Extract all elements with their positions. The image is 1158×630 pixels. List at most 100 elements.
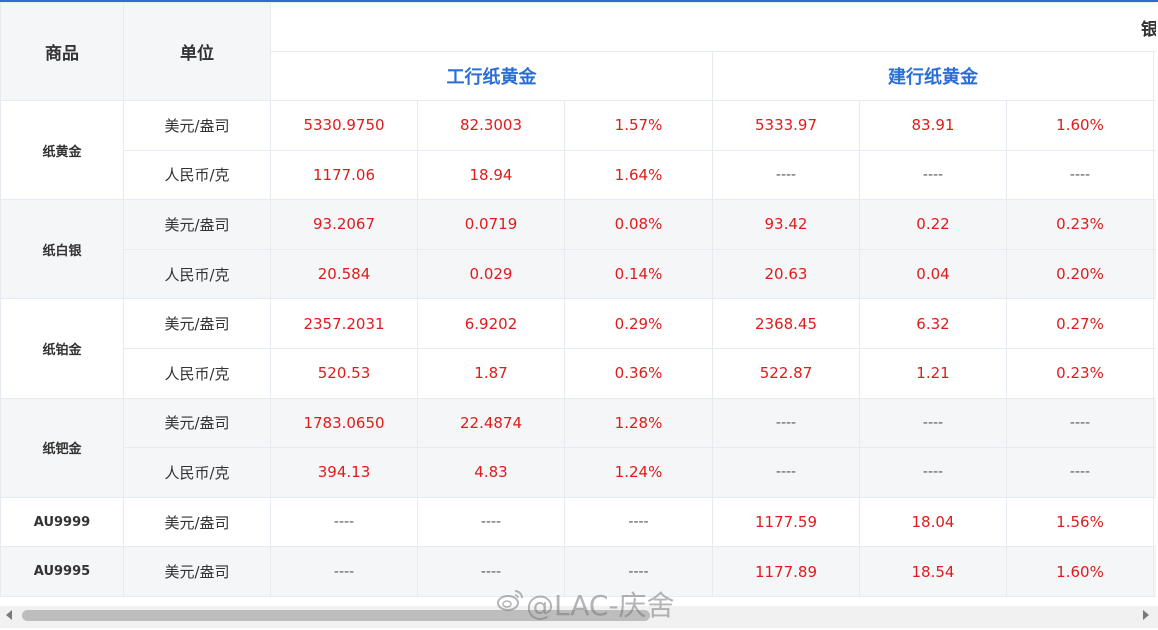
ccb-change-percent: 0.23% bbox=[1006, 199, 1154, 250]
product-name: 纸黄金 bbox=[0, 99, 124, 201]
ccb-change-percent: ---- bbox=[1006, 149, 1154, 201]
icbc-price: 394.13 bbox=[270, 447, 418, 498]
icbc-change-percent: 1.64% bbox=[564, 149, 713, 201]
ccb-change: ---- bbox=[859, 397, 1007, 449]
overflow-cell bbox=[1152, 248, 1156, 300]
overflow-cell bbox=[1152, 199, 1156, 250]
header-bank-ccb[interactable]: 建行纸黄金 bbox=[712, 51, 1154, 101]
unit-cell: 美元/盎司 bbox=[123, 298, 271, 349]
table-row[interactable]: 人民币/克 20.584 0.029 0.14% 20.63 0.04 0.20… bbox=[1, 248, 1156, 300]
icbc-price: 5330.9750 bbox=[270, 100, 418, 151]
icbc-change: 0.0719 bbox=[417, 199, 565, 250]
ccb-change: 83.91 bbox=[859, 100, 1007, 151]
unit-cell: 人民币/克 bbox=[123, 447, 271, 498]
unit-cell: 人民币/克 bbox=[123, 248, 271, 300]
ccb-price: 2368.45 bbox=[712, 298, 860, 349]
unit-cell: 美元/盎司 bbox=[123, 100, 271, 151]
icbc-change: 82.3003 bbox=[417, 100, 565, 151]
icbc-change-percent: 1.57% bbox=[564, 100, 713, 151]
icbc-change-percent: 0.08% bbox=[564, 199, 713, 250]
ccb-price: ---- bbox=[712, 447, 860, 498]
unit-cell: 美元/盎司 bbox=[123, 199, 271, 250]
watermark-text: @LAC-庆舍 bbox=[526, 589, 675, 622]
ccb-price: 1177.89 bbox=[712, 546, 860, 597]
ccb-price: 5333.97 bbox=[712, 100, 860, 151]
header-bank-group: 银 bbox=[269, 2, 1156, 52]
icbc-price: 1177.06 bbox=[270, 149, 418, 201]
ccb-change-percent: ---- bbox=[1006, 447, 1154, 498]
table-row[interactable]: 纸黄金 美元/盎司 5330.9750 82.3003 1.57% 5333.9… bbox=[0, 99, 1156, 201]
product-name: AU9999 bbox=[0, 496, 124, 548]
unit-cell: 美元/盎司 bbox=[123, 397, 271, 449]
overflow-cell bbox=[1152, 397, 1156, 449]
overflow-cell bbox=[1152, 100, 1156, 151]
unit-cell: 人民币/克 bbox=[123, 347, 271, 399]
ccb-price: 1177.59 bbox=[712, 496, 860, 548]
ccb-change-percent: ---- bbox=[1006, 397, 1154, 449]
table-row[interactable]: AU9999 美元/盎司 ---- ---- ---- 1177.59 18.0… bbox=[0, 496, 1156, 548]
table-row[interactable]: 纸铂金 美元/盎司 2357.2031 6.9202 0.29% 2368.45… bbox=[0, 298, 1156, 399]
icbc-price: 1783.0650 bbox=[270, 397, 418, 449]
icbc-price: 93.2067 bbox=[270, 199, 418, 250]
ccb-change: 18.54 bbox=[859, 546, 1007, 597]
icbc-change: ---- bbox=[417, 496, 565, 548]
ccb-change: 0.04 bbox=[859, 248, 1007, 300]
overflow-cell bbox=[1152, 149, 1156, 201]
icbc-change: 22.4874 bbox=[417, 397, 565, 449]
icbc-change-percent: 0.29% bbox=[564, 298, 713, 349]
icbc-change-percent: 1.28% bbox=[564, 397, 713, 449]
ccb-change-percent: 0.23% bbox=[1006, 347, 1154, 399]
icbc-change: 1.87 bbox=[417, 347, 565, 399]
header-bank-icbc[interactable]: 工行纸黄金 bbox=[270, 51, 713, 101]
icbc-change: 4.83 bbox=[417, 447, 565, 498]
ccb-change: 0.22 bbox=[859, 199, 1007, 250]
ccb-change-percent: 0.27% bbox=[1006, 298, 1154, 349]
icbc-change-percent: 0.36% bbox=[564, 347, 713, 399]
table-row[interactable]: 人民币/克 394.13 4.83 1.24% ---- ---- ---- bbox=[1, 447, 1156, 498]
table-row[interactable]: 人民币/克 1177.06 18.94 1.64% ---- ---- ---- bbox=[1, 149, 1156, 201]
ccb-change: ---- bbox=[859, 149, 1007, 201]
icbc-change: 6.9202 bbox=[417, 298, 565, 349]
icbc-price: 20.584 bbox=[270, 248, 418, 300]
header-bank-next bbox=[1152, 51, 1156, 101]
icbc-change-percent: ---- bbox=[564, 496, 713, 548]
quote-table-body: 纸黄金 美元/盎司 5330.9750 82.3003 1.57% 5333.9… bbox=[0, 99, 1156, 597]
unit-cell: 人民币/克 bbox=[123, 149, 271, 201]
icbc-change-percent: 0.14% bbox=[564, 248, 713, 300]
overflow-cell bbox=[1152, 546, 1156, 597]
table-row[interactable]: 纸钯金 美元/盎司 1783.0650 22.4874 1.28% ---- -… bbox=[0, 397, 1156, 498]
ccb-price: 20.63 bbox=[712, 248, 860, 300]
ccb-change: 6.32 bbox=[859, 298, 1007, 349]
scroll-right-arrow-icon[interactable] bbox=[1143, 610, 1149, 620]
ccb-change: ---- bbox=[859, 447, 1007, 498]
table-row[interactable]: 纸白银 美元/盎司 93.2067 0.0719 0.08% 93.42 0.2… bbox=[0, 199, 1156, 300]
ccb-change-percent: 1.60% bbox=[1006, 100, 1154, 151]
icbc-price: 2357.2031 bbox=[270, 298, 418, 349]
table-row[interactable]: 人民币/克 520.53 1.87 0.36% 522.87 1.21 0.23… bbox=[1, 347, 1156, 399]
overflow-cell bbox=[1152, 496, 1156, 548]
icbc-price: ---- bbox=[270, 496, 418, 548]
icbc-price: 520.53 bbox=[270, 347, 418, 399]
ccb-change-percent: 1.60% bbox=[1006, 546, 1154, 597]
header-product[interactable]: 商品 bbox=[0, 2, 124, 101]
icbc-price: ---- bbox=[270, 546, 418, 597]
ccb-price: ---- bbox=[712, 149, 860, 201]
header-unit[interactable]: 单位 bbox=[123, 2, 271, 101]
quote-table-viewport[interactable]: 商品 单位 银 工行纸黄金 建行纸黄金 纸黄金 美元/盎司 5330.9750 … bbox=[0, 2, 1156, 606]
precious-metals-quote-table: 商品 单位 银 工行纸黄金 建行纸黄金 纸黄金 美元/盎司 5330.9750 … bbox=[0, 2, 1156, 597]
ccb-change-percent: 0.20% bbox=[1006, 248, 1154, 300]
ccb-price: ---- bbox=[712, 397, 860, 449]
product-name: 纸白银 bbox=[0, 199, 124, 300]
ccb-change: 1.21 bbox=[859, 347, 1007, 399]
icbc-change: 0.029 bbox=[417, 248, 565, 300]
ccb-price: 93.42 bbox=[712, 199, 860, 250]
overflow-cell bbox=[1152, 347, 1156, 399]
ccb-change-percent: 1.56% bbox=[1006, 496, 1154, 548]
ccb-price: 522.87 bbox=[712, 347, 860, 399]
unit-cell: 美元/盎司 bbox=[123, 496, 271, 548]
product-name: AU9995 bbox=[0, 546, 124, 597]
product-name: 纸钯金 bbox=[0, 397, 124, 498]
scroll-left-arrow-icon[interactable] bbox=[6, 610, 12, 620]
icbc-change-percent: 1.24% bbox=[564, 447, 713, 498]
overflow-cell bbox=[1152, 298, 1156, 349]
